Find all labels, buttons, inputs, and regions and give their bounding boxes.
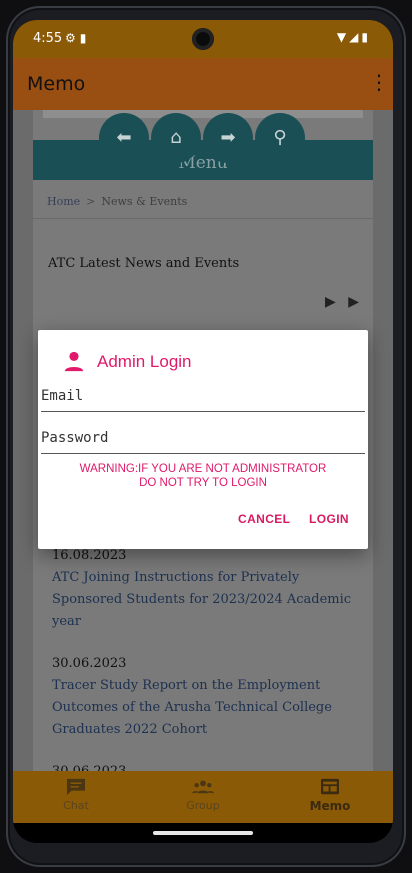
breadcrumb: Home > News & Events (47, 195, 187, 208)
nav-item-memo[interactable]: Memo (267, 771, 393, 823)
breadcrumb-separator: > (86, 195, 96, 208)
bottom-navigation: Chat Group Memo (13, 771, 393, 823)
search-icon[interactable]: ⚲ (255, 113, 305, 163)
pager-arrows[interactable]: ▶ ▶ (325, 294, 363, 310)
nav-label-memo: Memo (309, 799, 351, 813)
login-button[interactable]: LOGIN (309, 512, 349, 526)
home-indicator[interactable] (153, 831, 253, 835)
home-icon[interactable]: ⌂ (151, 113, 201, 163)
section-title: ATC Latest News and Events (48, 256, 240, 271)
divider (33, 218, 373, 219)
person-icon (64, 351, 84, 372)
nav-label-group: Group (186, 799, 220, 812)
wifi-icon: ▼ (336, 30, 350, 44)
email-field[interactable] (41, 383, 365, 409)
list-item: 16.08.2023 ATC Joining Instructions for … (52, 548, 357, 633)
news-date: 16.08.2023 (52, 548, 127, 563)
news-link[interactable]: Tracer Study Report on the Employment Ou… (52, 675, 357, 741)
chat-icon (67, 778, 85, 796)
admin-login-dialog: Admin Login WARNING:IF YOU ARE NOT ADMIN… (38, 330, 368, 549)
group-icon (192, 780, 214, 794)
breadcrumb-home[interactable]: Home (47, 195, 80, 208)
status-bar: 4:55 ⚙▮ ▼◢▮ (13, 20, 393, 58)
memo-icon (321, 778, 339, 795)
dialog-title: Admin Login (97, 352, 192, 371)
back-icon[interactable]: ⬅ (99, 113, 149, 163)
list-item: 30.06.2023 Tracer Study Report on the Em… (52, 656, 357, 741)
status-left-icons: ⚙▮ (65, 31, 90, 45)
warning-text: WARNING:IF YOU ARE NOT ADMINISTRATOR DO … (38, 462, 368, 490)
news-link[interactable]: ATC Joining Instructions for Privately S… (52, 567, 357, 633)
nav-item-chat[interactable]: Chat (13, 771, 139, 823)
signal-icon: ◢ (349, 30, 362, 44)
password-field-wrapper (41, 425, 365, 454)
app-bar: Memo ⋮ (13, 58, 393, 110)
sd-card-icon: ▮ (79, 31, 91, 45)
warning-line-1: WARNING:IF YOU ARE NOT ADMINISTRATOR (79, 463, 327, 475)
settings-gear-icon: ⚙ (65, 31, 80, 45)
front-camera (192, 28, 214, 50)
password-field[interactable] (41, 425, 365, 451)
news-date: 30.06.2023 (52, 656, 127, 671)
app-title: Memo (27, 73, 86, 95)
status-time: 4:55 (33, 31, 63, 46)
cancel-button[interactable]: CANCEL (238, 512, 290, 526)
nav-label-chat: Chat (63, 799, 89, 812)
warning-line-2: DO NOT TRY TO LOGIN (139, 477, 267, 489)
forward-icon[interactable]: ➡ (203, 113, 253, 163)
email-field-wrapper (41, 383, 365, 412)
site-menu-bar[interactable]: Menu (33, 140, 373, 180)
breadcrumb-current: News & Events (101, 195, 188, 208)
overflow-menu-icon[interactable]: ⋮ (369, 71, 389, 95)
news-list: 16.08.2023 ATC Joining Instructions for … (52, 548, 357, 773)
site-banner (43, 110, 363, 118)
nav-item-group[interactable]: Group (140, 771, 266, 823)
status-right-icons: ▼◢▮ (337, 30, 371, 44)
battery-icon: ▮ (361, 30, 371, 44)
